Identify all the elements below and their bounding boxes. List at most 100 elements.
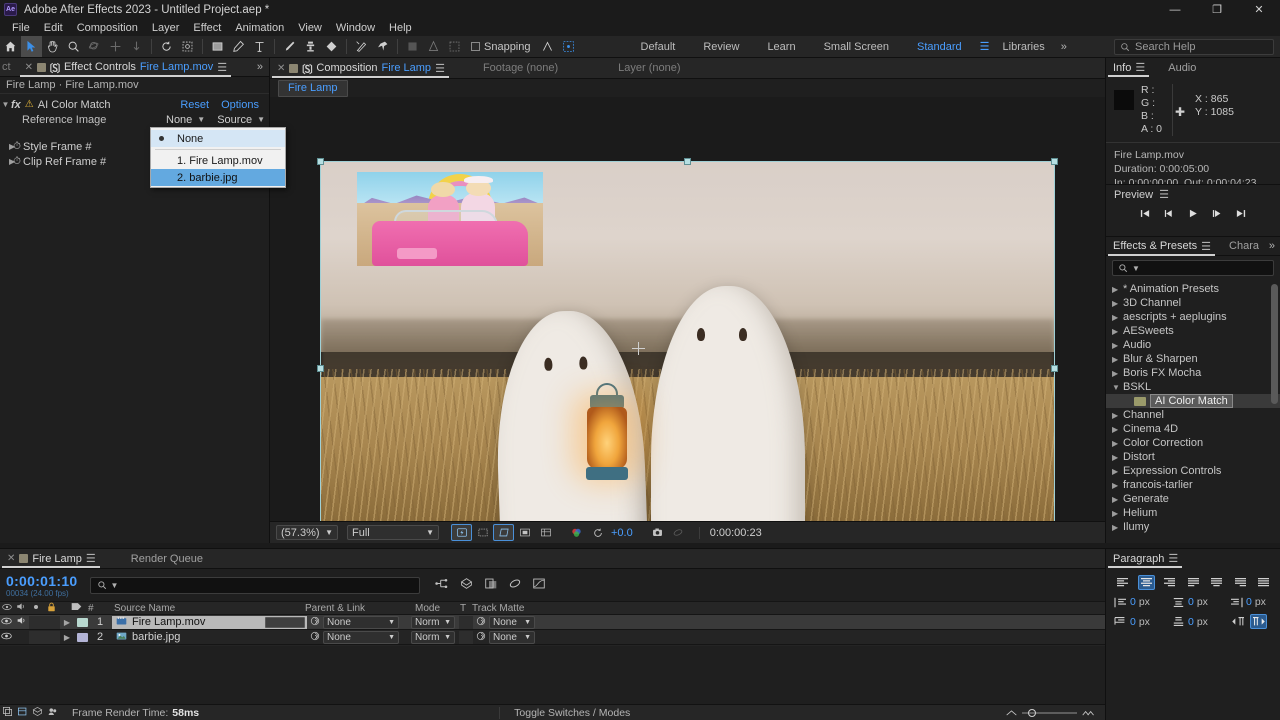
stopwatch-icon[interactable]: ⏱ [11, 156, 23, 167]
zoom-slider-knob[interactable] [1028, 708, 1036, 717]
parent-select[interactable]: None ▼ [323, 615, 399, 629]
chevron-right-icon[interactable]: ▶ [1112, 313, 1123, 322]
effect-category[interactable]: ▶ Distort [1106, 450, 1280, 464]
lock-toggle[interactable] [43, 630, 60, 644]
menu-item-layer[interactable]: Layer [145, 20, 187, 36]
toggle-switches-modes-button[interactable]: Toggle Switches / Modes [499, 706, 630, 719]
pen-tool-icon[interactable] [228, 36, 249, 57]
menu-item-view[interactable]: View [291, 20, 329, 36]
project-tab-partial[interactable]: ct [0, 58, 18, 77]
puppet-pin-tool-icon[interactable] [372, 36, 393, 57]
chevron-right-icon[interactable]: ▶ [60, 617, 74, 628]
fast-previews-icon[interactable] [451, 524, 472, 541]
reference-image-dropdown[interactable]: None ▼ [166, 114, 205, 126]
anchor-point-icon[interactable] [632, 342, 645, 355]
take-snapshot-icon[interactable] [647, 524, 668, 541]
grid-snap-icon[interactable] [558, 36, 579, 57]
audio-icon[interactable] [13, 616, 29, 628]
workspace-small-screen[interactable]: Small Screen [810, 41, 903, 53]
panel-menu-icon[interactable]: ☰ [1159, 188, 1169, 201]
dropdown-option-2[interactable]: 2. barbie.jpg [151, 169, 285, 186]
layer-source-name-cell[interactable]: Fire Lamp.mov [112, 615, 307, 629]
align-icon-c[interactable] [444, 36, 465, 57]
chevron-right-icon[interactable]: ▶ [1112, 495, 1123, 504]
zoom-level-select[interactable]: (57.3%) ▼ [276, 525, 338, 540]
pan-tool-icon[interactable] [105, 36, 126, 57]
options-button[interactable]: Options [221, 99, 259, 111]
eye-icon[interactable] [0, 617, 13, 628]
tab-timeline-comp[interactable]: ✕ Fire Lamp ☰ [0, 549, 102, 568]
preview-tab-label[interactable]: Preview [1114, 189, 1153, 201]
rotation-tool-icon[interactable] [156, 36, 177, 57]
dolly-tool-icon[interactable] [126, 36, 147, 57]
next-frame-icon[interactable] [1211, 208, 1223, 222]
layer-color-label[interactable] [77, 617, 88, 627]
chevron-right-icon[interactable]: ▶ [1112, 369, 1123, 378]
frame-blend-icon[interactable] [0, 706, 15, 720]
track-matte-select[interactable]: None ▼ [489, 630, 535, 644]
close-icon[interactable]: ✕ [7, 553, 15, 564]
timeline-search-input[interactable]: ▼ [89, 576, 420, 594]
layer-tab[interactable]: Layer (none) [608, 62, 690, 74]
eye-icon[interactable] [0, 632, 13, 643]
first-frame-icon[interactable] [1139, 208, 1151, 222]
first-line-indent-field[interactable]: 0 px [1114, 614, 1172, 629]
home-icon[interactable] [0, 36, 21, 57]
orbit-tool-icon[interactable] [84, 36, 105, 57]
track-matte-pickwhip-icon[interactable] [473, 616, 489, 629]
ltr-direction-icon[interactable] [1230, 614, 1247, 629]
libraries-tab[interactable]: Libraries [989, 41, 1059, 53]
zoom-slider-track[interactable] [1022, 708, 1077, 717]
solo-toggle[interactable] [29, 615, 43, 629]
pixel-aspect-icon[interactable] [15, 706, 30, 720]
panel-menu-icon[interactable]: ☰ [217, 61, 227, 74]
chevron-right-icon[interactable]: ▶ [60, 632, 74, 643]
composition-timecode[interactable]: 0:00:00:23 [698, 526, 762, 539]
rtl-direction-icon[interactable] [1250, 614, 1267, 629]
indent-right-field[interactable]: 0 px [1230, 596, 1266, 608]
chevron-right-icon[interactable]: ▶ [1112, 467, 1123, 476]
chevron-right-icon[interactable]: ▶ [1112, 439, 1123, 448]
exposure-value[interactable]: +0.0 [611, 527, 633, 539]
dropdown-option-1[interactable]: 1. Fire Lamp.mov [151, 152, 285, 169]
effect-category[interactable]: ▼ BSKL [1106, 380, 1280, 394]
play-icon[interactable] [1187, 208, 1199, 222]
snapping-checkbox[interactable] [471, 42, 480, 51]
justify-all-icon[interactable] [1255, 575, 1272, 590]
show-snapshot-icon[interactable] [668, 524, 689, 541]
chevron-right-icon[interactable]: ▶ [0, 142, 15, 151]
title-action-safe-icon[interactable] [514, 524, 535, 541]
hand-tool-icon[interactable] [42, 36, 63, 57]
tab-composition[interactable]: ✕ 🄪 Composition Fire Lamp ☰ [270, 59, 451, 78]
snap-anchor-icon[interactable] [537, 36, 558, 57]
tab-paragraph[interactable]: Paragraph ☰ [1106, 549, 1184, 568]
effect-category[interactable]: ▶ Channel [1106, 408, 1280, 422]
table-row[interactable]: ▶ 1 Fire Lamp.mov None ▼ Norm ▼ None ▼ [0, 615, 1105, 630]
effect-category[interactable]: ▶ Expression Controls [1106, 464, 1280, 478]
draft-3d-icon[interactable] [459, 577, 474, 593]
panel-menu-icon[interactable]: ☰ [86, 552, 96, 565]
shape-tool-icon[interactable] [207, 36, 228, 57]
preserve-transparency-toggle[interactable] [459, 630, 473, 644]
selection-tool-icon[interactable] [21, 36, 42, 57]
blend-mode-select[interactable]: Norm ▼ [411, 615, 455, 629]
space-after-field[interactable]: 0 px [1172, 614, 1230, 629]
chevron-right-icon[interactable]: ▶ [1112, 481, 1123, 490]
panel-menu-icon[interactable]: ☰ [1135, 61, 1145, 74]
close-icon[interactable]: ✕ [25, 62, 33, 73]
parent-select[interactable]: None ▼ [323, 630, 399, 644]
effect-category[interactable]: ▶ Boris FX Mocha [1106, 366, 1280, 380]
reset-button[interactable]: Reset [180, 99, 209, 111]
stopwatch-icon[interactable]: ⏱ [11, 141, 23, 152]
composition-viewer[interactable] [270, 97, 1105, 521]
effect-category[interactable]: ▶ Blur & Sharpen [1106, 352, 1280, 366]
tab-character[interactable]: Chara [1222, 237, 1266, 256]
close-icon[interactable]: ✕ [277, 63, 285, 74]
layer-source-name-cell[interactable]: barbie.jpg [112, 631, 307, 644]
align-center-icon[interactable] [1137, 575, 1155, 590]
effect-category[interactable]: ▶ 3D Channel [1106, 296, 1280, 310]
reset-exposure-icon[interactable] [587, 524, 608, 541]
effect-header-row[interactable]: ▼ fx ⚠ AI Color Match Reset Options [0, 97, 269, 112]
effect-category[interactable]: ▶ Ilumy [1106, 520, 1280, 534]
dropdown-option-0[interactable]: None [151, 130, 285, 147]
